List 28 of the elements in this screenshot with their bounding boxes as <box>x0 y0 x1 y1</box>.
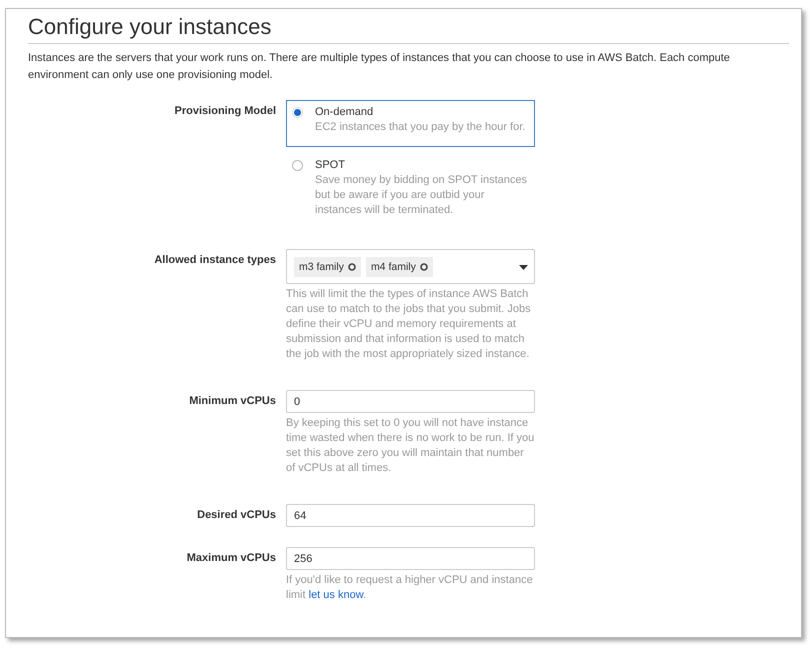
remove-icon[interactable] <box>348 262 356 270</box>
option-description: EC2 instances that you pay by the hour for. <box>315 120 526 135</box>
field-label: Maximum vCPUs <box>186 552 276 564</box>
input-field[interactable]: 64 <box>286 504 535 527</box>
section-description: Instances are the servers that your work runs on. There are multiple types of instances that you can choose to use in AWS Batch. Each compute environment can only use one provisioning model. <box>28 51 731 83</box>
instance-type-tag[interactable]: m4 family <box>366 256 433 276</box>
option-description: Save money by bidding on SPOT instances but be aware if you are outbid your instances will be terminated. <box>315 173 528 218</box>
radio-button[interactable] <box>292 107 303 118</box>
radio-option[interactable]: SPOT Save money by bidding on SPOT instances but be aware if you are outbid your instances will be terminated. <box>286 153 535 227</box>
instance-type-select[interactable]: m3 family m4 family <box>286 249 535 284</box>
input-field[interactable]: 0 <box>286 390 535 413</box>
option-label: SPOT <box>315 158 346 173</box>
help-text: This will limit the the types of instance AWS Batch can use to match to the jobs that you submit. Jobs define their vCPU and memory requirements at submission and that information is used to match the job with the most appropriately sized instance. <box>286 287 532 362</box>
caret-icon[interactable] <box>519 265 528 270</box>
let-us-know-link[interactable]: let us know <box>308 589 364 601</box>
help-text: By keeping this set to 0 you will not have instance time wasted when there is no work to be run. If you set this above zero you will maintain that number of vCPUs at all times. <box>286 416 535 476</box>
help-text: If you'd like to request a higher vCPU and instance limit let us know. <box>286 573 534 603</box>
field-label: Allowed instance types <box>154 254 276 266</box>
field-label: Provisioning Model <box>174 105 276 117</box>
field-label: Minimum vCPUs <box>189 395 276 407</box>
instance-type-tag[interactable]: m3 family <box>294 256 361 276</box>
section-title: Configure your instances <box>28 14 272 41</box>
option-label: On-demand <box>315 105 374 120</box>
radio-option[interactable]: On-demand EC2 instances that you pay by the hour for. <box>286 100 535 147</box>
field-label: Desired vCPUs <box>197 509 276 521</box>
input-field[interactable]: 256 <box>286 547 535 570</box>
radio-button[interactable] <box>292 160 303 171</box>
remove-icon[interactable] <box>420 262 428 270</box>
